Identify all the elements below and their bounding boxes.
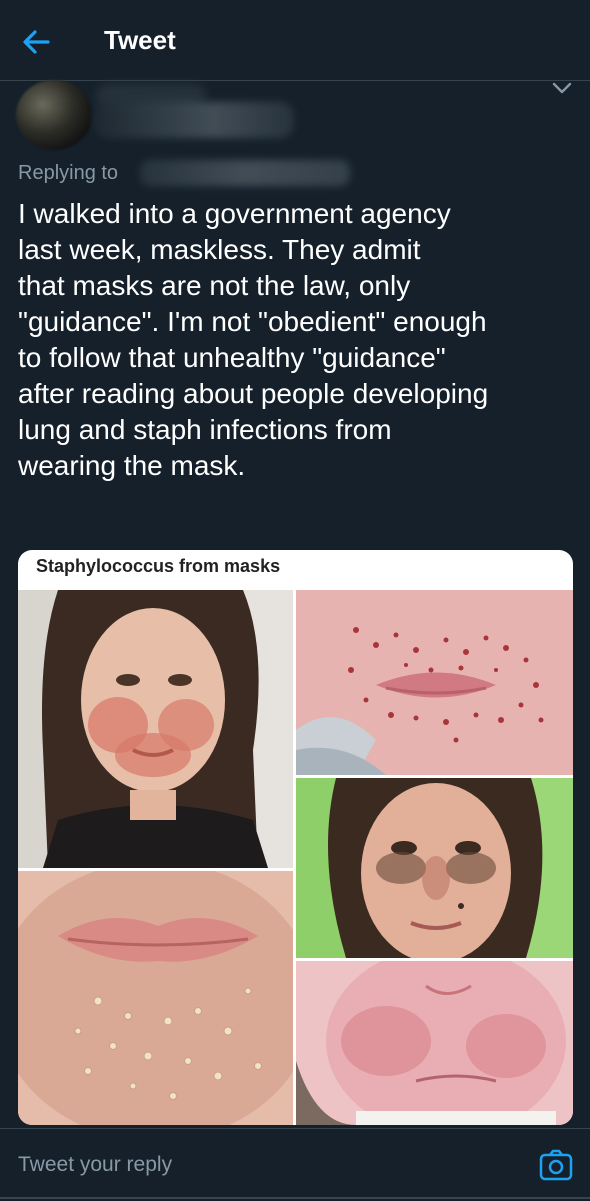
collage-photo-cheek-rash xyxy=(296,961,573,1125)
avatar[interactable] xyxy=(16,80,92,150)
author-handle-obscured[interactable] xyxy=(94,102,294,138)
media-caption: Staphylococcus from masks xyxy=(36,556,281,576)
top-app-bar: Tweet xyxy=(0,0,590,81)
reply-divider xyxy=(0,1197,590,1199)
collage-photo-woman-face xyxy=(296,778,573,958)
replying-to-label: Replying to xyxy=(18,162,119,184)
chevron-down-icon xyxy=(552,82,572,94)
camera-icon xyxy=(539,1149,573,1181)
tweet-media-image[interactable]: Staphylococcus from masks xyxy=(18,550,573,1125)
more-options-button[interactable] xyxy=(548,76,576,100)
page-title: Tweet xyxy=(104,25,176,55)
collage-photo-girl-face xyxy=(18,590,293,868)
arrow-left-icon xyxy=(23,30,50,54)
tweet-text: I walked into a government agency last w… xyxy=(18,198,489,481)
reply-input[interactable] xyxy=(18,1147,498,1183)
reply-bar xyxy=(0,1128,590,1201)
back-button[interactable] xyxy=(18,24,58,60)
collage-photo-lips-bumps xyxy=(18,871,293,1125)
replying-to-handle-obscured[interactable] xyxy=(140,160,350,186)
collage-photo-mouth-spots xyxy=(296,590,573,775)
camera-button[interactable] xyxy=(536,1147,576,1185)
